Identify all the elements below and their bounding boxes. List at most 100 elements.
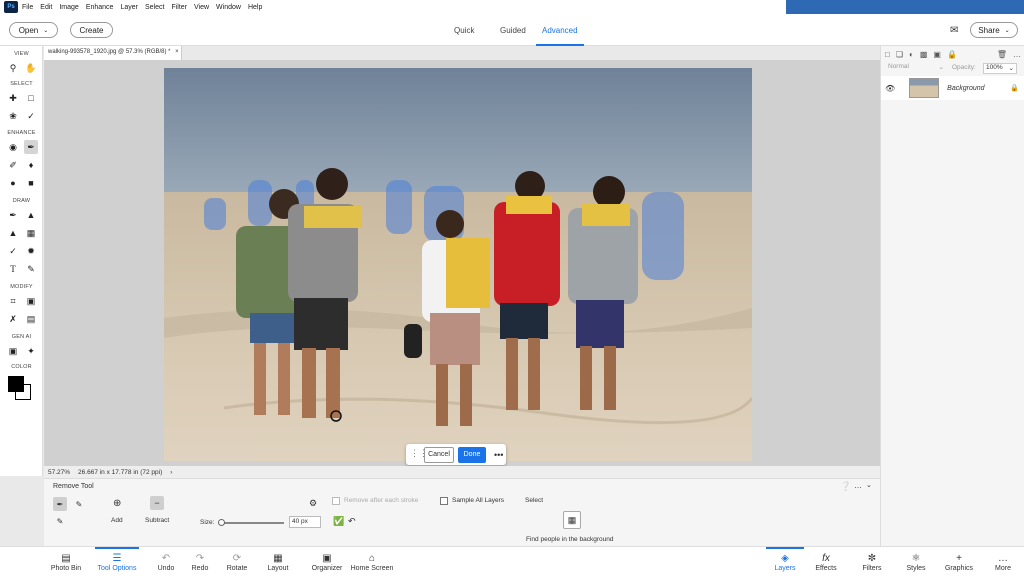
home-screen-button[interactable]: ⌂ Home Screen — [350, 547, 394, 576]
reset-icon[interactable]: ↶ — [348, 516, 356, 527]
graphics-button[interactable]: + Graphics — [942, 547, 976, 576]
eraser-icon[interactable]: ▲ — [24, 208, 38, 222]
redo-button[interactable]: ↷ Redo — [186, 547, 214, 576]
filters-button[interactable]: ✼ Filters — [856, 547, 888, 576]
help-icon[interactable]: ❔ — [840, 481, 851, 492]
find-people-button[interactable]: ▦ — [563, 511, 581, 529]
spot-remove-mode-icon[interactable]: ✒ — [53, 497, 67, 511]
photo-bin-button[interactable]: ▤ Photo Bin — [46, 547, 86, 576]
share-button[interactable]: Share ⌄ — [970, 22, 1018, 38]
settings-icon[interactable]: ⚙ — [309, 498, 317, 509]
cancel-button[interactable]: Cancel — [424, 446, 454, 463]
foreground-color-swatch[interactable] — [8, 376, 24, 392]
marquee-icon[interactable]: □ — [24, 91, 38, 105]
opacity-select[interactable]: 100% ⌄ — [983, 63, 1017, 74]
subtract-icon[interactable]: − — [150, 496, 164, 510]
lock-icon[interactable]: 🔒 — [947, 50, 957, 59]
blend-mode-value: Normal — [888, 63, 909, 70]
move-icon[interactable]: ✚ — [6, 91, 20, 105]
open-button[interactable]: Open ⌄ — [9, 22, 58, 38]
zoom-level[interactable]: 57.27% — [44, 469, 74, 476]
menu-image[interactable]: Image — [59, 4, 78, 11]
type-icon[interactable]: T — [6, 262, 20, 276]
document-tab[interactable]: walking-993578_1920.jpg @ 57.3% (RGB/8) … — [44, 46, 182, 60]
size-field[interactable]: 40 px — [289, 516, 321, 528]
brush-mode-icon[interactable]: ✎ — [72, 497, 86, 511]
layout-button[interactable]: ▦ Layout — [262, 547, 294, 576]
layer-row-background[interactable]: 👁 Background 🔒 — [881, 76, 1024, 100]
sponge-icon[interactable]: ■ — [24, 176, 38, 190]
delete-layer-icon[interactable]: 🗑 — [997, 50, 1007, 59]
generative-fill-icon[interactable]: ▣ — [6, 344, 20, 358]
menu-help[interactable]: Help — [248, 4, 262, 11]
drag-handle-icon[interactable]: ⋮⋮ — [410, 448, 428, 459]
done-button[interactable]: Done — [458, 446, 486, 463]
add-icon[interactable]: ⊕ — [113, 498, 121, 509]
effects-button[interactable]: fx Effects — [810, 547, 842, 576]
quick-selection-icon[interactable]: ✓ — [24, 109, 38, 123]
generative-background-icon[interactable]: ✦ — [24, 344, 38, 358]
lock-transparency-icon[interactable]: ▣ — [933, 50, 941, 59]
menu-view[interactable]: View — [194, 4, 209, 11]
document-image[interactable] — [164, 68, 752, 461]
new-layer-icon[interactable]: □ — [885, 50, 890, 59]
menu-enhance[interactable]: Enhance — [86, 4, 114, 11]
sample-all-layers-checkbox[interactable] — [440, 497, 448, 505]
stamp-icon[interactable]: ♦ — [24, 158, 38, 172]
menu-file[interactable]: File — [22, 4, 33, 11]
lasso-icon[interactable]: ❀ — [6, 109, 20, 123]
pencil-icon[interactable]: ✎ — [24, 262, 38, 276]
collapse-icon[interactable]: ⌄ — [866, 481, 872, 489]
tab-advanced[interactable]: Advanced — [542, 26, 578, 35]
adjustment-layer-icon[interactable]: ◐ — [909, 50, 914, 59]
more-options-icon[interactable]: ••• — [494, 450, 503, 460]
menu-edit[interactable]: Edit — [40, 4, 52, 11]
close-icon[interactable]: × — [175, 49, 179, 55]
blend-mode-select[interactable]: Normal ⌄ — [885, 63, 947, 74]
more-button[interactable]: … More — [988, 547, 1018, 576]
clone-stamp-icon[interactable]: ✐ — [6, 158, 20, 172]
crop-icon[interactable]: ⌗ — [6, 294, 20, 308]
eyedropper-icon[interactable]: ✓ — [6, 244, 20, 258]
panel-options-icon[interactable]: … — [1013, 50, 1021, 59]
straighten-icon[interactable]: ▤ — [24, 312, 38, 326]
tool-options-button[interactable]: ☰ Tool Options — [95, 547, 139, 576]
new-group-icon[interactable]: ❏ — [896, 50, 903, 59]
zoom-icon[interactable]: ⚲ — [6, 61, 20, 75]
blur-icon[interactable]: ● — [6, 176, 20, 190]
recompose-icon[interactable]: ▣ — [24, 294, 38, 308]
chevron-down-icon: ⌄ — [938, 64, 944, 71]
red-eye-icon[interactable]: ◉ — [6, 140, 20, 154]
chevron-right-icon[interactable]: › — [166, 469, 176, 476]
effects-label: Effects — [815, 564, 837, 572]
organizer-button[interactable]: ▣ Organizer — [309, 547, 345, 576]
layer-name[interactable]: Background — [947, 85, 984, 92]
check-circle-icon[interactable]: ✅ — [333, 516, 344, 527]
styles-button[interactable]: ⚛ Styles — [900, 547, 932, 576]
menu-window[interactable]: Window — [216, 4, 241, 11]
undo-button[interactable]: ↶ Undo — [152, 547, 180, 576]
menu-layer[interactable]: Layer — [120, 4, 138, 11]
shape-icon[interactable]: ✹ — [24, 244, 38, 258]
size-slider[interactable] — [218, 519, 284, 526]
size-slider-handle[interactable] — [218, 519, 225, 526]
chat-icon[interactable]: ✉ — [950, 25, 958, 36]
rotate-button[interactable]: ⟳ Rotate — [222, 547, 252, 576]
menu-filter[interactable]: Filter — [171, 4, 187, 11]
layers-button[interactable]: ◈ Layers — [766, 547, 804, 576]
tab-guided[interactable]: Guided — [500, 26, 526, 35]
create-button[interactable]: Create — [70, 22, 113, 38]
pencil-mode-icon[interactable]: ✎ — [53, 514, 67, 528]
remove-tool-icon[interactable]: ✒ — [24, 140, 38, 154]
menu-select[interactable]: Select — [145, 4, 164, 11]
content-aware-move-icon[interactable]: ✗ — [6, 312, 20, 326]
remove-after-checkbox[interactable] — [332, 497, 340, 505]
hand-icon[interactable]: ✋ — [24, 61, 38, 75]
panel-menu-icon[interactable]: … — [854, 481, 862, 490]
gradient-icon[interactable]: ▦ — [24, 226, 38, 240]
brush-icon[interactable]: ✒ — [6, 208, 20, 222]
paint-bucket-icon[interactable]: ▲ — [6, 226, 20, 240]
layer-mask-icon[interactable]: ▩ — [920, 50, 928, 59]
visibility-eye-icon[interactable]: 👁 — [885, 84, 895, 93]
tab-quick[interactable]: Quick — [454, 26, 474, 35]
